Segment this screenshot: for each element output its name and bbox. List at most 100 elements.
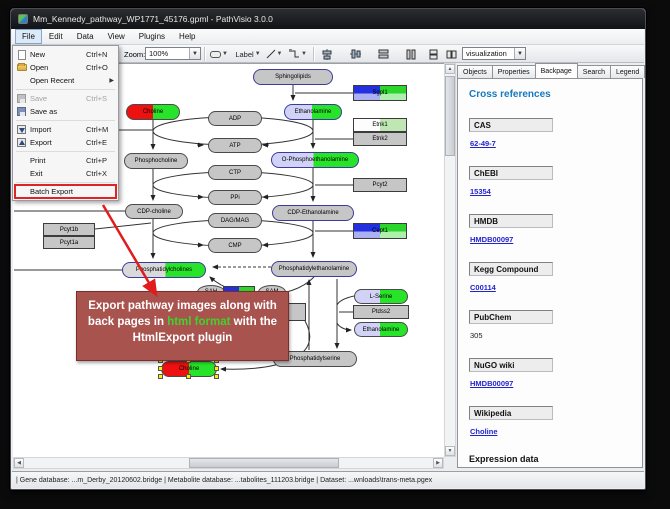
crossref-link[interactable]: 15354: [470, 187, 491, 196]
file-menu: NewCtrl+NOpenCtrl+OOpen Recent▶SaveCtrl+…: [12, 45, 119, 201]
menu-item-shortcut: Ctrl+P: [86, 156, 118, 165]
pathway-node-ethanolamine[interactable]: Ethanolamine: [284, 104, 342, 120]
selection-handle[interactable]: [214, 374, 219, 379]
pathway-node-cdp-ethanolamine[interactable]: CDP-Ethanolamine: [272, 205, 354, 221]
new-file-icon: [13, 50, 30, 60]
selection-handle[interactable]: [158, 366, 163, 371]
stack-horizontal-icon[interactable]: [442, 47, 460, 61]
pathvisio-window: Mm_Kennedy_pathway_WP1771_45176.gpml - P…: [10, 8, 646, 490]
title-bar[interactable]: Mm_Kennedy_pathway_WP1771_45176.gpml - P…: [11, 9, 645, 29]
file-menu-item-save-as[interactable]: Save as: [13, 105, 118, 118]
menu-item-label: Export: [30, 138, 86, 147]
file-menu-item-save[interactable]: SaveCtrl+S: [13, 92, 118, 105]
crossref-value: 305: [470, 331, 483, 340]
pathway-node-ptdss2[interactable]: Ptdss2: [353, 305, 409, 319]
crossref-section: WikipediaCholine: [469, 406, 642, 439]
datanode-tool-button[interactable]: ▼: [207, 47, 231, 61]
file-menu-item-open[interactable]: OpenCtrl+O: [13, 61, 118, 74]
pathway-node-ppi[interactable]: PPi: [208, 190, 262, 205]
menu-plugins[interactable]: Plugins: [132, 29, 172, 44]
stack-vertical-icon[interactable]: [424, 47, 442, 61]
toolbar-separator: [313, 47, 314, 61]
menu-help[interactable]: Help: [172, 29, 202, 44]
vertical-scroll-thumb[interactable]: [445, 76, 455, 156]
pathway-node-pcyt2[interactable]: Pcyt2: [353, 178, 407, 192]
crossref-section: HMDBHMDB00097: [469, 214, 642, 247]
pathway-node-adp[interactable]: ADP: [208, 111, 262, 126]
visualization-combobox[interactable]: visualization ▼: [462, 47, 526, 60]
file-menu-item-export[interactable]: ExportCtrl+E: [13, 136, 118, 149]
pathway-node-etnk2[interactable]: Etnk2: [353, 132, 407, 146]
file-menu-item-batch-export[interactable]: Batch Export: [13, 185, 118, 198]
tab-backpage[interactable]: Backpage: [535, 63, 578, 78]
pathway-node-etnk1[interactable]: Etnk1: [353, 118, 407, 132]
pathway-node-cdp-choline[interactable]: CDP-choline: [125, 204, 183, 219]
line-tool-button[interactable]: ▼: [262, 47, 286, 61]
canvas-vertical-scrollbar[interactable]: ▲ ▼: [444, 63, 456, 457]
crossref-section: Kegg Compound C00114: [469, 262, 642, 295]
canvas-horizontal-scrollbar[interactable]: ◀ ▶: [13, 457, 444, 469]
crossref-link[interactable]: C00114: [470, 283, 496, 292]
chevron-down-icon[interactable]: ▼: [514, 48, 525, 59]
pathway-node-l-serine[interactable]: L-Serine: [354, 289, 408, 304]
pathway-node-choline[interactable]: Choline: [126, 104, 180, 120]
pathway-node-sphingolipids[interactable]: Sphingolipids: [253, 69, 333, 85]
pathway-node-phosphatidylethanolamine[interactable]: Phosphatidylethanolamine: [271, 261, 357, 277]
pathway-node-o-phosphoethanolamine[interactable]: O-Phosphoethanolamine: [271, 152, 359, 168]
horizontal-scroll-thumb[interactable]: [189, 458, 339, 468]
menu-view[interactable]: View: [101, 29, 132, 44]
crossref-link[interactable]: HMDB00097: [470, 379, 513, 388]
file-menu-item-exit[interactable]: ExitCtrl+X: [13, 167, 118, 180]
label-tool-button[interactable]: Label ▼: [233, 47, 263, 61]
crossref-section: CAS62-49-7: [469, 118, 642, 151]
crossref-link[interactable]: HMDB00097: [470, 235, 513, 244]
menu-file[interactable]: File: [15, 29, 42, 44]
selection-handle[interactable]: [158, 374, 163, 379]
align-center-y-icon[interactable]: [346, 47, 364, 61]
tab-objects[interactable]: Objects: [457, 65, 493, 78]
file-menu-item-import[interactable]: ImportCtrl+M: [13, 123, 118, 136]
scroll-down-icon[interactable]: ▼: [445, 446, 455, 456]
connector-tool-button[interactable]: ▼: [286, 47, 310, 61]
pathway-node-pcyt1a[interactable]: Pcyt1a: [43, 236, 95, 249]
scroll-up-icon[interactable]: ▲: [445, 64, 455, 74]
pathway-node-phosphocholine[interactable]: Phosphocholine: [124, 153, 188, 169]
selection-handle[interactable]: [186, 374, 191, 379]
pathway-node-ethanolamine[interactable]: Ethanolamine: [354, 322, 408, 337]
pathway-node-atp[interactable]: ATP: [208, 138, 262, 153]
zoom-combobox[interactable]: 100% ▼: [145, 47, 201, 60]
pathway-node-cept1[interactable]: Cept1: [353, 223, 407, 239]
pathway-node-dag-mag[interactable]: DAG/MAG: [208, 213, 262, 228]
file-menu-item-new[interactable]: NewCtrl+N: [13, 48, 118, 61]
file-menu-item-open-recent[interactable]: Open Recent▶: [13, 74, 118, 87]
menu-item-label: Save: [30, 94, 86, 103]
pathway-node-cmp[interactable]: CMP: [208, 238, 262, 253]
scroll-right-icon[interactable]: ▶: [433, 458, 443, 468]
menu-separator: [16, 89, 115, 90]
pathway-node-phosphatidylcholines[interactable]: Phosphatidylcholines: [122, 262, 206, 278]
menu-item-shortcut: Ctrl+M: [86, 125, 118, 134]
tab-legend[interactable]: Legend: [610, 65, 645, 78]
crossref-source-header: Kegg Compound: [469, 262, 553, 276]
file-menu-item-print[interactable]: PrintCtrl+P: [13, 154, 118, 167]
menu-item-shortcut: Ctrl+X: [86, 169, 118, 178]
pathway-node-pcyt1b[interactable]: Pcyt1b: [43, 223, 95, 236]
pathvisio-app-icon: [18, 14, 28, 24]
crossref-link[interactable]: 62-49-7: [470, 139, 496, 148]
tab-search[interactable]: Search: [577, 65, 611, 78]
common-height-icon[interactable]: [374, 47, 392, 61]
expression-data-heading: Expression data: [469, 454, 642, 464]
pathway-node-sgpl1[interactable]: Sgpl1: [353, 85, 407, 101]
menu-item-shortcut: Ctrl+E: [86, 138, 118, 147]
selection-handle[interactable]: [214, 366, 219, 371]
window-title: Mm_Kennedy_pathway_WP1771_45176.gpml - P…: [33, 14, 273, 24]
chevron-down-icon[interactable]: ▼: [189, 48, 200, 59]
align-center-x-icon[interactable]: [318, 47, 336, 61]
pathway-node-ctp[interactable]: CTP: [208, 165, 262, 180]
crossref-link[interactable]: Choline: [470, 427, 498, 436]
menu-data[interactable]: Data: [70, 29, 101, 44]
tab-properties[interactable]: Properties: [492, 65, 536, 78]
scroll-left-icon[interactable]: ◀: [14, 458, 24, 468]
menu-edit[interactable]: Edit: [42, 29, 70, 44]
common-width-icon[interactable]: [402, 47, 420, 61]
